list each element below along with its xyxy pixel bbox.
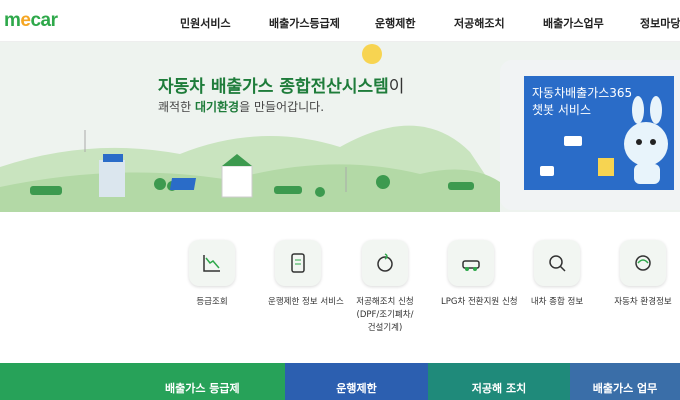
logo-e: e [20,10,31,31]
quick-menu-label: 자동차 환경정보 [614,297,672,307]
quick-menu-my-car[interactable]: 내차 종합 정보 [527,240,587,309]
hero-subtitle-bold: 대기환경 [194,100,240,114]
quick-menu-low-emission[interactable]: 저공해조치 신청 (DPF/조기폐차/건설기계) [355,240,415,335]
logo-m: m [4,10,21,31]
quick-menu-label: LPG차 전환지원 신청 [441,297,518,307]
quick-menu-label: 저공해조치 신청 (DPF/조기폐차/건설기계) [356,297,414,333]
tab-label: 운행제한 [336,382,377,395]
bottom-tabs: 배출가스 등급제 운행제한 저공해 조치 배출가스 업무 [0,363,680,400]
hero-subtitle: 쾌적한 대기환경을 만들어갑니다. [158,98,324,115]
quick-menu-restriction[interactable]: 운행제한 정보 서비스 [268,240,344,309]
magnifier-car-icon [534,240,580,286]
globe-icon [362,240,408,286]
tab-emission-work[interactable]: 배출가스 업무 [570,363,680,400]
leaf-globe-icon [620,240,666,286]
quick-menu-lpg[interactable]: LPG차 전환지원 신청 [441,240,518,309]
tab-low-emission[interactable]: 저공해 조치 [428,363,570,400]
chatbot-mascot-icon [540,96,668,184]
tab-restriction[interactable]: 운행제한 [285,363,428,400]
quick-menu-env-info[interactable]: 자동차 환경정보 [613,240,673,309]
header: mecar 민원서비스 배출가스등급제 운행제한 저공해조치 배출가스업무 정보… [0,0,680,42]
tab-label: 배출가스 업무 [592,382,658,395]
quick-menu-grade[interactable]: 등급조회 [182,240,242,309]
hero-subtitle-pre: 쾌적한 [158,100,195,114]
tab-label: 배출가스 등급제 [165,382,240,395]
quick-menu-label: 등급조회 [196,297,228,307]
hero-title: 자동차 배출가스 종합전산시스템이 [158,72,404,97]
site-logo[interactable]: mecar [4,10,58,32]
nav-item-grade[interactable]: 배출가스등급제 [269,15,340,31]
hero-title-main: 자동차 배출가스 종합전산시스템 [158,77,389,97]
nav-item-emission-work[interactable]: 배출가스업무 [543,15,604,31]
nav-item-info[interactable]: 정보마당 [640,15,680,31]
document-icon [275,240,321,286]
nav-item-civil[interactable]: 민원서비스 [180,15,231,31]
car-icon [448,240,494,286]
chart-icon [189,240,235,286]
quick-menu-label: 운행제한 정보 서비스 [268,297,344,307]
nav-item-low-emission[interactable]: 저공해조치 [454,15,505,31]
hero-subtitle-post: 을 만들어갑니다. [239,100,325,114]
chatbot-banner[interactable]: 자동차배출가스365 챗봇 서비스 [524,76,674,190]
nav-item-restriction[interactable]: 운행제한 [375,15,415,31]
tab-label: 저공해 조치 [471,382,527,395]
hero-title-suffix: 이 [388,77,405,97]
quick-menu-label: 내차 종합 정보 [530,297,584,307]
logo-car: car [30,10,58,31]
tab-emission-grade[interactable]: 배출가스 등급제 [0,363,285,400]
